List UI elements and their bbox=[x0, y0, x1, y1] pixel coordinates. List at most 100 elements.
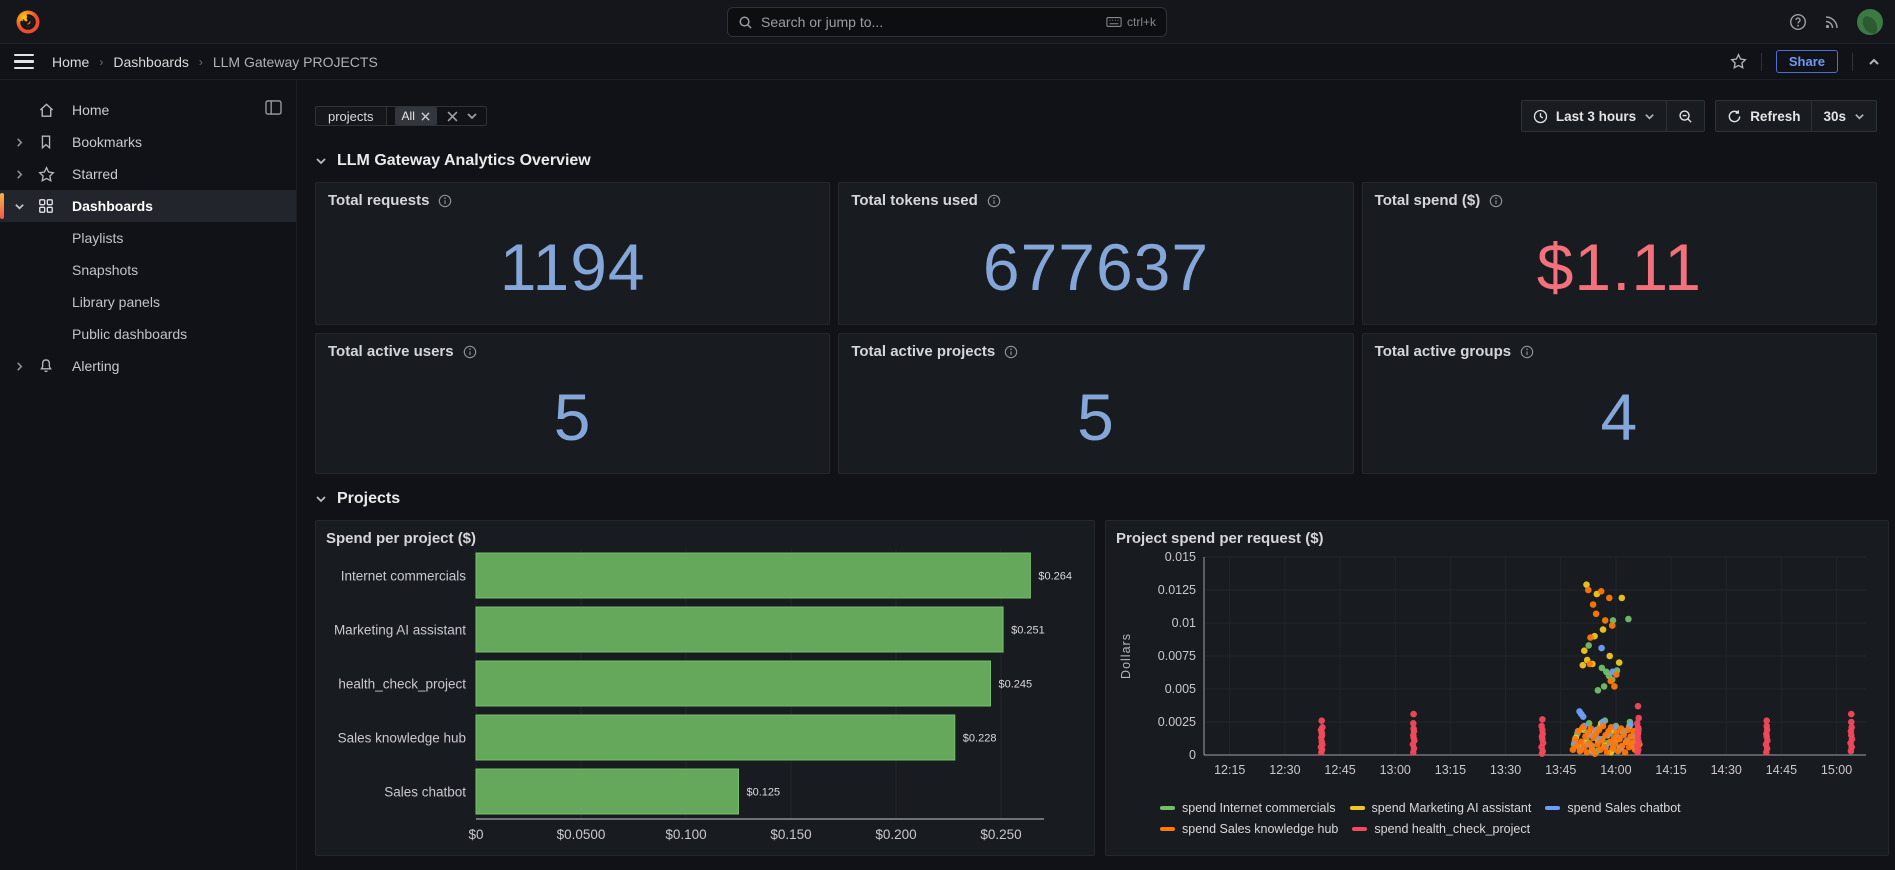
data-point[interactable] bbox=[1587, 634, 1594, 641]
search-input[interactable]: Search or jump to... ctrl+k bbox=[727, 7, 1167, 37]
data-point[interactable] bbox=[1634, 702, 1642, 710]
data-point[interactable] bbox=[1579, 661, 1587, 669]
info-icon[interactable] bbox=[1004, 345, 1018, 359]
data-point[interactable] bbox=[1848, 710, 1855, 718]
data-point[interactable] bbox=[1599, 722, 1607, 730]
data-point[interactable] bbox=[1597, 588, 1605, 595]
info-icon[interactable] bbox=[463, 345, 477, 359]
refresh-button[interactable]: Refresh bbox=[1716, 101, 1812, 131]
refresh-interval-picker[interactable]: 30s bbox=[1811, 101, 1876, 131]
share-button[interactable]: Share bbox=[1775, 50, 1838, 73]
sidebar-item-library-panels[interactable]: Library panels bbox=[0, 286, 296, 318]
menu-toggle-icon[interactable] bbox=[14, 53, 34, 70]
time-range-picker[interactable]: Last 3 hours bbox=[1521, 101, 1667, 131]
clear-icon[interactable] bbox=[447, 111, 458, 122]
bar[interactable] bbox=[475, 660, 991, 707]
data-point[interactable] bbox=[1606, 594, 1613, 602]
sidebar-item-playlists[interactable]: Playlists bbox=[0, 222, 296, 254]
data-point[interactable] bbox=[1579, 724, 1587, 731]
data-point[interactable] bbox=[1586, 660, 1594, 668]
chevron-right-icon[interactable] bbox=[0, 169, 38, 180]
data-point[interactable] bbox=[1319, 724, 1326, 731]
sidebar-item-dashboards[interactable]: Dashboards bbox=[0, 190, 296, 222]
data-point[interactable] bbox=[1848, 718, 1855, 726]
sidebar-item-bookmarks[interactable]: Bookmarks bbox=[0, 126, 296, 158]
data-point[interactable] bbox=[1601, 617, 1609, 624]
chevron-down-icon[interactable] bbox=[0, 201, 38, 212]
data-point[interactable] bbox=[1585, 586, 1592, 594]
filter-value-box[interactable]: All bbox=[385, 106, 487, 126]
data-point[interactable] bbox=[1538, 722, 1545, 730]
data-point[interactable] bbox=[1608, 622, 1616, 629]
chevron-right-icon[interactable] bbox=[0, 361, 38, 372]
row-overview-toggle[interactable]: LLM Gateway Analytics Overview bbox=[315, 146, 1877, 176]
sidebar-item-starred[interactable]: Starred bbox=[0, 158, 296, 190]
data-point[interactable] bbox=[1579, 713, 1587, 720]
breadcrumb-home[interactable]: Home bbox=[52, 54, 89, 70]
sidebar-item-snapshots[interactable]: Snapshots bbox=[0, 254, 296, 286]
data-point[interactable] bbox=[1606, 652, 1613, 660]
help-icon[interactable] bbox=[1789, 13, 1807, 31]
data-point[interactable] bbox=[1620, 731, 1627, 739]
data-point[interactable] bbox=[1763, 717, 1770, 724]
info-icon[interactable] bbox=[1489, 194, 1503, 208]
news-icon[interactable] bbox=[1823, 13, 1841, 31]
data-point[interactable] bbox=[1621, 749, 1629, 756]
data-point[interactable] bbox=[1571, 735, 1579, 743]
data-point[interactable] bbox=[1611, 683, 1618, 690]
data-point[interactable] bbox=[1539, 716, 1546, 723]
bar[interactable] bbox=[475, 606, 1004, 653]
sidebar-item-home[interactable]: Home bbox=[0, 94, 296, 126]
legend-item[interactable]: spend Sales knowledge hub bbox=[1160, 822, 1338, 836]
data-point[interactable] bbox=[1617, 725, 1625, 732]
data-point[interactable] bbox=[1613, 671, 1620, 678]
breadcrumb-dashboards[interactable]: Dashboards bbox=[113, 54, 189, 70]
data-point[interactable] bbox=[1624, 726, 1631, 734]
bar[interactable] bbox=[475, 714, 956, 761]
favorite-star-icon[interactable] bbox=[1730, 53, 1747, 70]
data-point[interactable] bbox=[1587, 725, 1595, 732]
legend-item[interactable]: spend Internet commercials bbox=[1160, 801, 1336, 815]
data-point[interactable] bbox=[1318, 717, 1325, 724]
zoom-out-button[interactable] bbox=[1666, 101, 1705, 131]
data-point[interactable] bbox=[1585, 642, 1592, 649]
data-point[interactable] bbox=[1592, 610, 1600, 618]
chevron-right-icon[interactable] bbox=[0, 137, 38, 148]
data-point[interactable] bbox=[1607, 724, 1615, 731]
grafana-logo[interactable] bbox=[14, 8, 42, 36]
bar[interactable] bbox=[475, 768, 739, 815]
sidebar-item-alerting[interactable]: Alerting bbox=[0, 350, 296, 382]
scatter-chart[interactable]: 0 0.0025 0.005 0.0075 0.01 0.0125 0.015 12:15 12… bbox=[1116, 547, 1878, 797]
chevron-up-icon[interactable] bbox=[1867, 55, 1881, 69]
data-point[interactable] bbox=[1410, 710, 1417, 718]
chevron-down-icon[interactable] bbox=[466, 110, 478, 122]
data-point[interactable] bbox=[1625, 615, 1632, 623]
legend-item[interactable]: spend Marketing AI assistant bbox=[1349, 801, 1531, 815]
data-point[interactable] bbox=[1598, 644, 1605, 652]
bar[interactable] bbox=[475, 552, 1031, 599]
data-point[interactable] bbox=[1612, 741, 1619, 748]
data-point[interactable] bbox=[1598, 737, 1605, 744]
data-point[interactable] bbox=[1635, 714, 1642, 722]
legend-item[interactable]: spend Sales chatbot bbox=[1545, 801, 1681, 815]
data-point[interactable] bbox=[1615, 659, 1623, 666]
data-point[interactable] bbox=[1594, 687, 1602, 694]
bar-chart[interactable]: Internet commercials $0.264 Marketing AI a… bbox=[326, 547, 1084, 843]
data-point[interactable] bbox=[1600, 683, 1608, 690]
legend-item[interactable]: spend health_check_project bbox=[1352, 822, 1530, 836]
info-icon[interactable] bbox=[1520, 345, 1534, 359]
data-point[interactable] bbox=[1603, 749, 1611, 756]
data-point[interactable] bbox=[1618, 594, 1626, 602]
row-projects-toggle[interactable]: Projects bbox=[315, 484, 1877, 514]
info-icon[interactable] bbox=[987, 194, 1001, 208]
data-point[interactable] bbox=[1589, 601, 1597, 608]
data-point[interactable] bbox=[1581, 647, 1588, 654]
sidebar-item-public-dashboards[interactable]: Public dashboards bbox=[0, 318, 296, 350]
filter-chip-all[interactable]: All bbox=[394, 107, 437, 125]
data-point[interactable] bbox=[1599, 626, 1607, 633]
data-point[interactable] bbox=[1614, 747, 1622, 755]
user-avatar[interactable] bbox=[1857, 9, 1883, 35]
data-point[interactable] bbox=[1591, 750, 1599, 757]
data-point[interactable] bbox=[1410, 720, 1417, 727]
info-icon[interactable] bbox=[438, 194, 452, 208]
